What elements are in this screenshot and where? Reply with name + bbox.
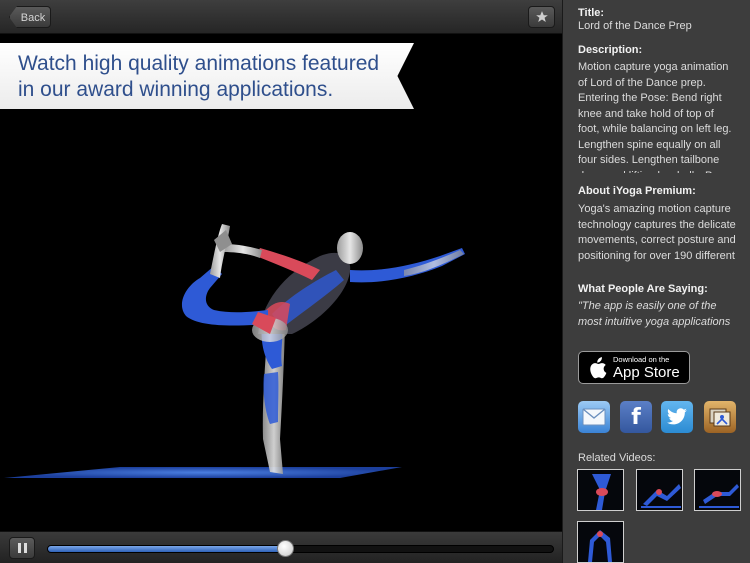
related-video-thumb[interactable] [636, 469, 683, 511]
iyoga-icon [709, 408, 731, 427]
related-video-thumb[interactable] [694, 469, 741, 511]
share-facebook-button[interactable]: f [620, 401, 652, 433]
share-twitter-button[interactable] [661, 401, 693, 433]
description-text[interactable]: Motion capture yoga animation of Lord of… [578, 60, 738, 173]
about-text: Yoga's amazing motion capture technology… [578, 203, 736, 268]
description-heading: Description: [578, 44, 643, 56]
app-store-small-text: Download on the [613, 355, 670, 364]
related-video-thumb[interactable] [577, 521, 624, 563]
top-toolbar: Back [0, 0, 562, 34]
title-value: Lord of the Dance Prep [578, 20, 692, 32]
app-store-big-text: App Store [613, 364, 680, 381]
playback-controls [0, 531, 562, 563]
share-iyoga-button[interactable] [704, 401, 736, 433]
pause-icon [17, 543, 21, 553]
promo-banner: Watch high quality animations featured i… [0, 43, 414, 109]
progress-thumb[interactable] [277, 540, 295, 557]
people-quote[interactable]: "The app is easily one of the most intui… [578, 299, 738, 331]
related-video-thumb[interactable] [577, 469, 624, 511]
progress-fill [48, 546, 286, 552]
people-heading: What People Are Saying: [578, 283, 708, 295]
info-panel: Title: Lord of the Dance Prep Descriptio… [562, 0, 750, 563]
promo-banner-text: Watch high quality animations featured i… [18, 52, 380, 101]
back-button[interactable]: Back [9, 6, 51, 28]
star-icon [535, 11, 548, 22]
related-video-image [637, 470, 682, 510]
progress-track[interactable] [47, 545, 554, 553]
related-videos-label: Related Videos: [578, 452, 656, 464]
related-video-image [578, 470, 623, 510]
related-video-image [695, 470, 740, 510]
mail-icon [582, 408, 606, 426]
related-video-image [578, 522, 623, 562]
about-heading: About iYoga Premium: [578, 185, 696, 197]
title-heading: Title: [578, 7, 605, 19]
yoga-mat [4, 467, 402, 478]
favorite-button[interactable] [528, 6, 555, 28]
video-pane: Back Watch high quality animations featu… [0, 0, 562, 563]
twitter-icon [667, 408, 687, 425]
facebook-icon: f [631, 404, 641, 430]
apple-icon [590, 357, 607, 379]
pause-button[interactable] [9, 537, 35, 559]
share-mail-button[interactable] [578, 401, 610, 433]
app-store-button[interactable]: Download on the App Store [578, 351, 690, 384]
